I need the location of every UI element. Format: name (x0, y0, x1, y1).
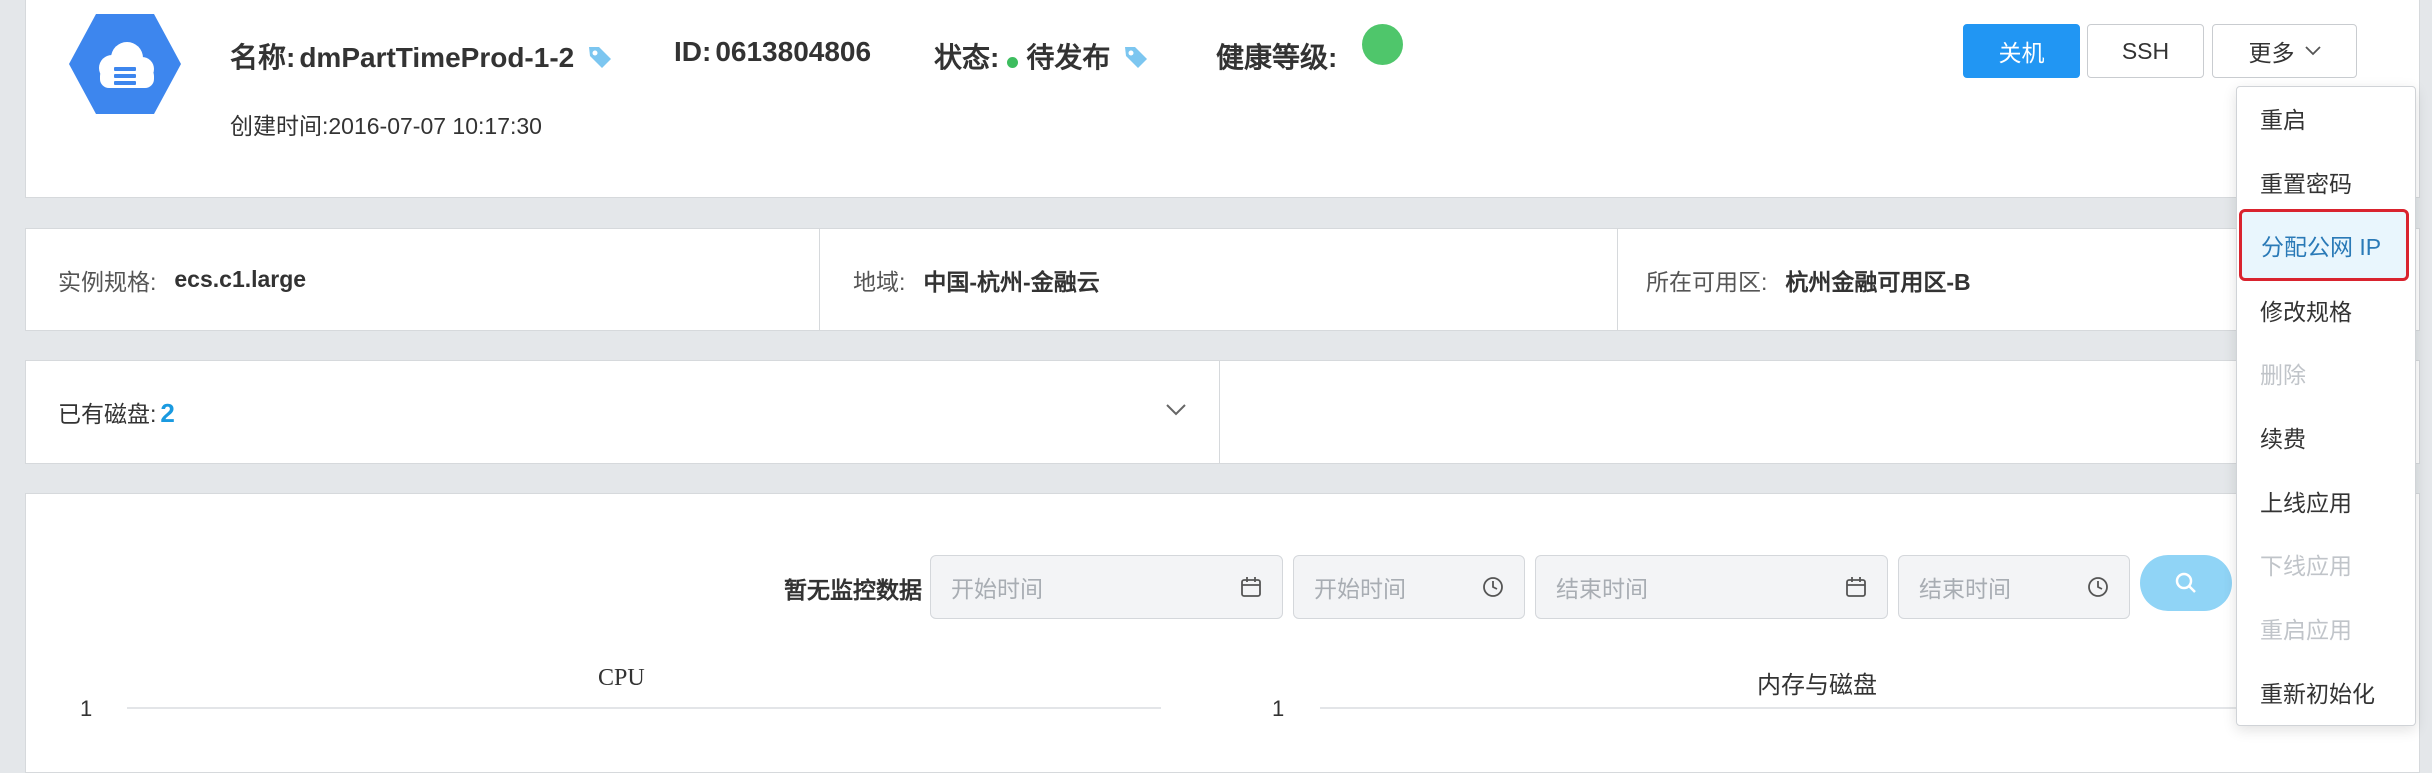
clock-icon (2088, 577, 2108, 597)
start-time-placeholder: 开始时间 (1314, 576, 1406, 602)
menu-item-reset-password[interactable]: 重置密码 (2237, 152, 2417, 212)
menu-item-change-spec[interactable]: 修改规格 (2237, 280, 2417, 340)
menu-item-delete: 删除 (2260, 362, 2306, 388)
spec-zone-value: 杭州金融可用区-B (1785, 268, 1971, 295)
more-button-label: 更多 (2248, 40, 2295, 66)
memory-disk-chart-gridline (1320, 707, 2240, 709)
status-dot-icon (1007, 57, 1019, 69)
status-value: 待发布 (1026, 42, 1111, 73)
spec-zone: 所在可用区: 杭州金融可用区-B (1646, 229, 1971, 330)
end-date-placeholder: 结束时间 (1556, 576, 1648, 602)
instance-name-row: 名称: dmPartTimeProd-1-2 (230, 36, 613, 76)
end-time-placeholder: 结束时间 (1919, 576, 2011, 602)
divider (819, 229, 820, 330)
divider (1617, 229, 1618, 330)
calendar-icon (1846, 577, 1866, 597)
health-label: 健康等级: (1216, 42, 1338, 73)
start-date-placeholder: 开始时间 (951, 576, 1043, 602)
chevron-down-icon (2304, 46, 2321, 56)
end-date-input[interactable]: 结束时间 (1535, 555, 1888, 619)
clock-icon (1483, 577, 1503, 597)
created-time: 2016-07-07 10:17:30 (328, 113, 542, 139)
calendar-icon (1241, 577, 1261, 597)
menu-item-undeploy-app: 下线应用 (2260, 553, 2352, 579)
spec-instance-type: 实例规格: ecs.c1.large (58, 229, 306, 330)
cpu-chart-y-tick: 1 (80, 696, 93, 721)
disk-expand-chevron-icon[interactable] (1166, 404, 1186, 417)
spec-region-value: 中国-杭州-金融云 (923, 268, 1100, 295)
status-label: 状态: (934, 42, 1000, 73)
tag-icon[interactable] (587, 44, 613, 70)
divider (1219, 361, 1220, 463)
instance-id: 0613804806 (715, 36, 872, 67)
menu-item-reinitialize[interactable]: 重新初始化 (2237, 662, 2417, 722)
menu-item-deploy-app[interactable]: 上线应用 (2237, 471, 2417, 531)
shutdown-button[interactable]: 关机 (1963, 24, 2080, 78)
start-date-input[interactable]: 开始时间 (930, 555, 1283, 619)
disk-count: 2 (160, 398, 175, 428)
search-button[interactable] (2140, 555, 2232, 611)
cloud-server-logo-icon (69, 14, 181, 114)
instance-name: dmPartTimeProd-1-2 (299, 42, 575, 73)
cpu-chart-gridline (127, 707, 1161, 709)
menu-item-renew[interactable]: 续费 (2237, 407, 2417, 467)
name-label: 名称: (230, 42, 296, 73)
instance-spec-card: 实例规格: ecs.c1.large 地域: 中国-杭州-金融云 所在可用区: … (25, 228, 2420, 331)
spec-zone-label: 所在可用区: (1646, 268, 1768, 295)
menu-item-assign-public-ip[interactable]: 分配公网 IP (2239, 209, 2409, 281)
health-indicator (1362, 24, 1403, 65)
menu-item-restart-app: 重启应用 (2260, 617, 2352, 643)
memory-disk-chart-title: 内存与磁盘 (1757, 673, 1877, 699)
start-time-input[interactable]: 开始时间 (1293, 555, 1525, 619)
created-row: 创建时间:2016-07-07 10:17:30 (230, 107, 542, 141)
disk-label: 已有磁盘: (58, 401, 157, 427)
disk-card: 已有磁盘: 2 (25, 360, 2420, 464)
more-button[interactable]: 更多 (2212, 24, 2357, 78)
no-monitor-data-text: 暂无监控数据 (784, 577, 922, 603)
spec-region-label: 地域: (853, 268, 906, 295)
health-row: 健康等级: (1216, 36, 1337, 76)
status-tag-icon[interactable] (1123, 44, 1149, 70)
spec-region: 地域: 中国-杭州-金融云 (853, 229, 1100, 330)
created-label: 创建时间: (230, 113, 329, 139)
monitor-card (25, 493, 2420, 773)
end-time-input[interactable]: 结束时间 (1898, 555, 2130, 619)
memory-disk-chart-y-tick: 1 (1272, 696, 1285, 721)
instance-status-row: 状态: 待发布 (934, 36, 1149, 76)
cpu-chart-title: CPU (598, 665, 645, 691)
ssh-button[interactable]: SSH (2087, 24, 2204, 78)
menu-item-restart[interactable]: 重启 (2237, 88, 2417, 148)
more-dropdown-menu: 重启 重置密码 分配公网 IP 修改规格 删除 续费 上线应用 下线应用 重启应… (2236, 86, 2416, 726)
spec-type-value: ecs.c1.large (174, 266, 307, 292)
disk-summary: 已有磁盘: 2 (58, 395, 175, 429)
spec-type-label: 实例规格: (58, 268, 157, 295)
id-label: ID: (674, 36, 712, 67)
instance-id-row: ID: 0613804806 (674, 36, 871, 68)
search-icon (2175, 572, 2196, 593)
